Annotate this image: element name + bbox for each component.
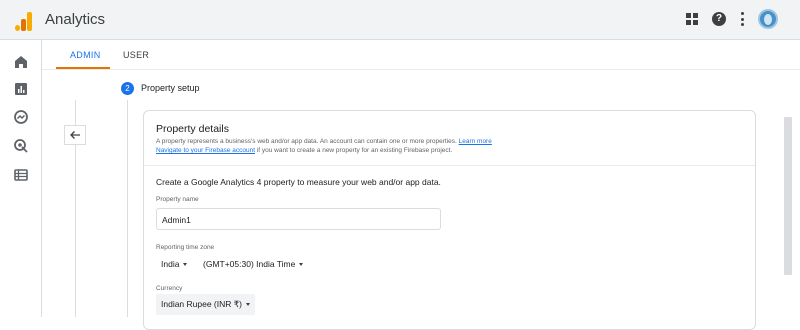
more-vert-icon[interactable] <box>740 12 744 26</box>
reports-icon[interactable] <box>13 81 29 97</box>
timezone-select[interactable]: (GMT+05:30) India Time <box>203 259 304 269</box>
top-bar: Analytics ? <box>0 0 800 40</box>
home-icon[interactable] <box>13 54 29 70</box>
back-button[interactable] <box>64 125 86 145</box>
active-tab-indicator <box>56 67 110 69</box>
app-title: Analytics <box>45 11 106 28</box>
help-icon[interactable]: ? <box>712 12 726 26</box>
desc-text: A property represents a business's web a… <box>156 138 459 145</box>
top-icons: ? <box>686 9 778 29</box>
country-value: India <box>161 259 180 269</box>
scrollbar-thumb[interactable] <box>784 117 792 275</box>
card-description: A property represents a business's web a… <box>156 137 716 155</box>
admin-user-tabs: ADMIN USER <box>42 40 800 70</box>
analytics-logo[interactable] <box>15 11 33 31</box>
step-connector-line <box>127 100 128 317</box>
property-name-label: Property name <box>156 196 199 203</box>
country-select[interactable]: India <box>161 259 188 269</box>
tab-user[interactable]: USER <box>123 50 149 60</box>
currency-value: Indian Rupee (INR ₹) <box>161 299 242 309</box>
desc-text-2: if you want to create a new property for… <box>255 147 453 154</box>
arrow-back-icon <box>70 131 80 139</box>
timezone-label: Reporting time zone <box>156 244 215 251</box>
chevron-down-icon <box>183 262 188 266</box>
left-rail <box>0 40 42 317</box>
chevron-down-icon <box>246 303 250 306</box>
timezone-value: (GMT+05:30) India Time <box>203 259 296 269</box>
tab-admin[interactable]: ADMIN <box>70 50 101 60</box>
currency-label: Currency <box>156 285 183 292</box>
step-number-badge: 2 <box>121 82 134 95</box>
card-header: Property details A property represents a… <box>144 111 755 166</box>
card-title: Property details <box>156 123 229 135</box>
explore-icon[interactable] <box>13 109 29 125</box>
configure-icon[interactable] <box>13 167 29 183</box>
account-avatar[interactable] <box>758 9 778 29</box>
chevron-down-icon <box>299 262 304 266</box>
learn-more-link[interactable]: Learn more <box>459 138 492 145</box>
advertising-icon[interactable] <box>13 138 29 154</box>
property-name-input[interactable]: Admin1 <box>156 208 441 230</box>
currency-select[interactable]: Indian Rupee (INR ₹) <box>156 294 255 315</box>
card-intro-text: Create a Google Analytics 4 property to … <box>156 177 441 187</box>
step-title: Property setup <box>141 83 200 93</box>
firebase-account-link[interactable]: Navigate to your Firebase account <box>156 147 255 154</box>
apps-grid-icon[interactable] <box>686 13 698 25</box>
property-details-card: Property details A property represents a… <box>143 110 756 330</box>
